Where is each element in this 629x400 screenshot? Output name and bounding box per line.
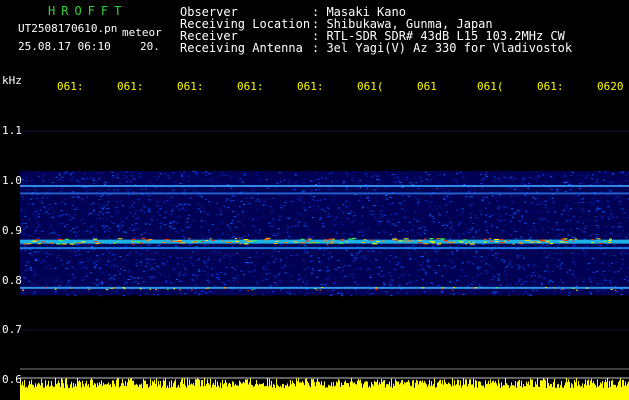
- mode-label: meteor: [122, 26, 162, 39]
- antenna-label: Receiving Antenna: [180, 41, 303, 55]
- carrier-line: [20, 192, 629, 195]
- hrofft-logo: HROFFT: [48, 4, 128, 18]
- file-name: UT2508170610.pn: [18, 22, 118, 35]
- y-tick: 0.6: [2, 373, 22, 386]
- date-time: 25.08.17 06:10: [18, 40, 111, 53]
- x-tick: 061:: [237, 80, 264, 93]
- carrier-line: [20, 184, 629, 187]
- x-tick: 061:: [297, 80, 324, 93]
- x-tick: 061(: [477, 80, 504, 93]
- antenna-value: : 3el Yagi(V) Az 330 for Vladivostok: [312, 41, 573, 55]
- y-tick: 0.8: [2, 274, 22, 287]
- y-tick: 0.9: [2, 224, 22, 237]
- counter-value: 20.: [140, 40, 160, 53]
- x-tick: 061:: [177, 80, 204, 93]
- carrier-line: [20, 247, 629, 250]
- y-tick: 1.0: [2, 174, 22, 187]
- x-tick: 061:: [117, 80, 144, 93]
- y-tick: 0.7: [2, 323, 22, 336]
- x-tick: 061:: [57, 80, 84, 93]
- x-tick: 061:: [537, 80, 564, 93]
- x-tick: 061(: [357, 80, 384, 93]
- y-axis-unit: kHz: [2, 74, 22, 87]
- x-tick: 061: [417, 80, 437, 93]
- x-tick: 0620: [597, 80, 624, 93]
- y-tick: 1.1: [2, 124, 22, 137]
- noise-band: [20, 171, 629, 296]
- spectrogram-canvas: [20, 96, 629, 400]
